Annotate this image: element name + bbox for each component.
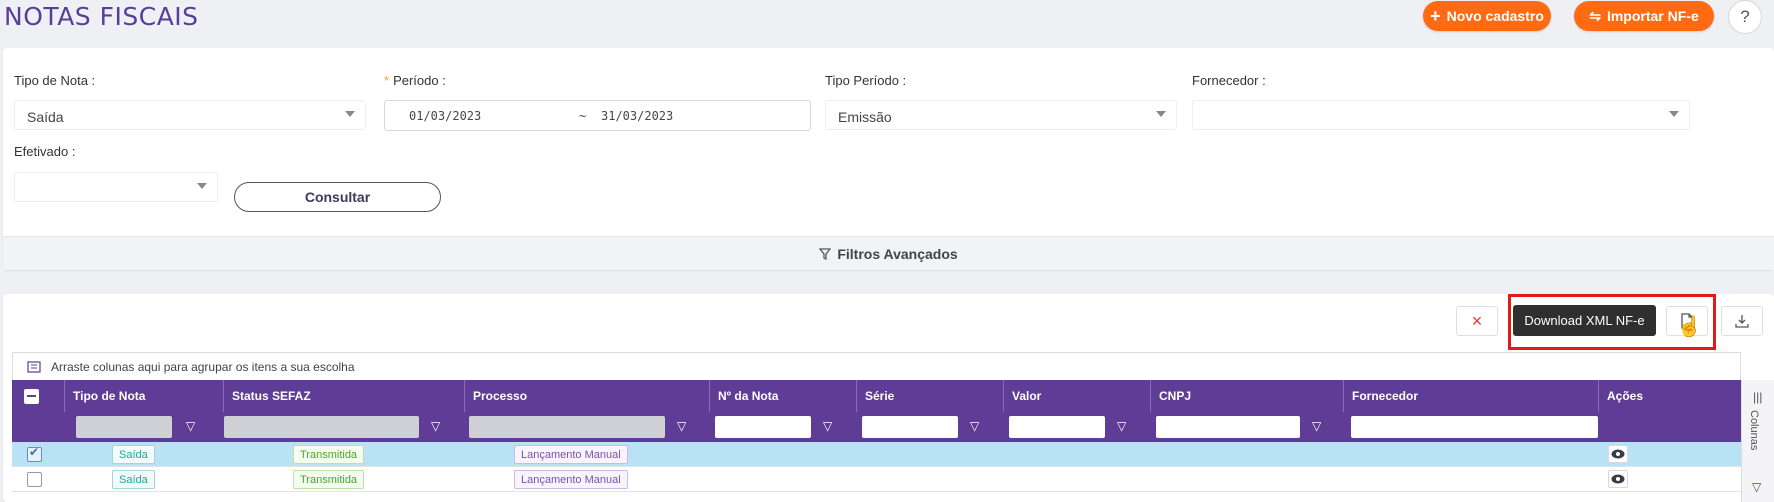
table-row[interactable]: Saída Transmitida Lançamento Manual <box>12 467 1741 492</box>
filter-icon[interactable]: ▽ <box>431 419 440 433</box>
filter-icon[interactable]: ▽ <box>970 419 979 433</box>
columns-icon: ||| <box>1753 390 1763 404</box>
hand-cursor-icon: ☝ <box>1677 316 1702 338</box>
column-header-numero[interactable]: Nº da Nota <box>709 380 856 412</box>
periodo-separator: ~ <box>579 109 587 123</box>
filter-input-status[interactable] <box>224 416 419 438</box>
export-button[interactable] <box>1721 306 1763 336</box>
page-header: NOTAS FISCAIS + Novo cadastro ⇋ Importar… <box>0 0 1774 36</box>
status-tag: Transmitida <box>293 470 365 489</box>
eye-icon <box>1611 474 1625 484</box>
periodo-end[interactable]: 31/03/2023 <box>601 109 673 123</box>
periodo-label: * Período : <box>384 73 446 88</box>
consultar-button[interactable]: Consultar <box>234 182 441 212</box>
status-tag: Transmitida <box>293 445 365 464</box>
chevron-down-icon <box>1669 111 1679 117</box>
plus-icon: + <box>1430 6 1441 26</box>
filter-panel: Tipo de Nota : Saída * Período : 01/03/20… <box>3 48 1774 270</box>
view-button[interactable] <box>1608 470 1628 488</box>
columns-side-tab[interactable]: ||| Colunas ▽ <box>1741 380 1774 502</box>
filter-input-numero[interactable] <box>715 416 811 438</box>
filter-icon[interactable]: ▽ <box>1752 480 1761 494</box>
column-header-acoes: Ações <box>1598 380 1741 412</box>
filter-icon[interactable]: ▽ <box>823 419 832 433</box>
column-header-valor[interactable]: Valor <box>1003 380 1150 412</box>
swap-icon: ⇋ <box>1589 8 1601 24</box>
close-icon: × <box>1471 310 1483 331</box>
filter-icon[interactable]: ▽ <box>1117 419 1126 433</box>
column-header-fornecedor[interactable]: Fornecedor <box>1343 380 1598 412</box>
group-panel[interactable]: Arraste colunas aqui para agrupar os ite… <box>12 352 1741 380</box>
tipo-nota-value: Saída <box>27 109 64 125</box>
tipo-nota-label: Tipo de Nota : <box>14 73 96 88</box>
eye-icon <box>1611 449 1625 459</box>
column-header-status[interactable]: Status SEFAZ <box>223 380 464 412</box>
view-button[interactable] <box>1608 445 1628 463</box>
chevron-down-icon <box>1156 111 1166 117</box>
filter-input-cnpj[interactable] <box>1156 416 1300 438</box>
fornecedor-select[interactable] <box>1192 100 1690 130</box>
select-all-checkbox[interactable] <box>24 388 39 404</box>
tipo-periodo-select[interactable]: Emissão <box>825 100 1177 130</box>
periodo-label-text: Período : <box>393 73 446 88</box>
table-header: Tipo de Nota Status SEFAZ Processo Nº da… <box>12 380 1741 412</box>
filter-input-serie[interactable] <box>862 416 958 438</box>
periodo-start[interactable]: 01/03/2023 <box>409 109 481 123</box>
processo-tag: Lançamento Manual <box>514 445 628 464</box>
row-checkbox[interactable] <box>27 445 42 462</box>
filtros-avancados-toggle[interactable]: Filtros Avançados <box>3 236 1774 270</box>
filter-input-valor[interactable] <box>1009 416 1105 438</box>
download-icon <box>1735 315 1749 328</box>
fornecedor-label: Fornecedor : <box>1192 73 1266 88</box>
filter-input-fornecedor[interactable] <box>1351 416 1598 438</box>
filter-row: ▽ ▽ ▽ ▽ ▽ ▽ ▽ <box>12 412 1741 442</box>
efetivado-label: Efetivado : <box>14 144 76 159</box>
table-row[interactable]: Saída Transmitida Lançamento Manual <box>12 442 1741 467</box>
chevron-down-icon <box>197 183 207 189</box>
periodo-date-range[interactable]: 01/03/2023 ~ 31/03/2023 <box>384 100 811 131</box>
page-title: NOTAS FISCAIS <box>4 2 199 31</box>
tipo-tag: Saída <box>112 445 155 464</box>
chevron-down-icon <box>345 111 355 117</box>
tipo-nota-select[interactable]: Saída <box>14 100 366 130</box>
processo-tag: Lançamento Manual <box>514 470 628 489</box>
grid-icon <box>27 360 41 373</box>
select-all-cell <box>12 380 64 412</box>
filtros-avancados-label: Filtros Avançados <box>837 245 958 262</box>
help-button[interactable]: ? <box>1728 0 1762 34</box>
tipo-tag: Saída <box>112 470 155 489</box>
column-header-serie[interactable]: Série <box>856 380 1003 412</box>
filter-icon[interactable]: ▽ <box>1312 419 1321 433</box>
filter-icon[interactable]: ▽ <box>677 419 686 433</box>
novo-cadastro-button[interactable]: + Novo cadastro <box>1423 1 1551 31</box>
tipo-periodo-value: Emissão <box>838 109 892 125</box>
row-checkbox[interactable] <box>27 472 42 487</box>
required-mark: * <box>384 73 390 88</box>
column-header-cnpj[interactable]: CNPJ <box>1150 380 1343 412</box>
columns-tab-label: Colunas <box>1748 410 1760 451</box>
clear-selection-button[interactable]: × <box>1456 306 1498 336</box>
filter-input-tipo[interactable] <box>76 416 172 438</box>
efetivado-select[interactable] <box>14 172 218 202</box>
importar-nfe-button[interactable]: ⇋ Importar NF-e <box>1574 1 1714 31</box>
filter-input-processo[interactable] <box>469 416 665 438</box>
column-header-tipo[interactable]: Tipo de Nota <box>64 380 223 412</box>
filter-icon[interactable]: ▽ <box>186 419 195 433</box>
column-header-processo[interactable]: Processo <box>464 380 709 412</box>
filter-icon <box>819 247 832 260</box>
group-panel-hint: Arraste colunas aqui para agrupar os ite… <box>51 359 355 374</box>
novo-cadastro-label: Novo cadastro <box>1446 8 1544 24</box>
importar-nfe-label: Importar NF-e <box>1606 8 1699 24</box>
tipo-periodo-label: Tipo Período : <box>825 73 907 88</box>
